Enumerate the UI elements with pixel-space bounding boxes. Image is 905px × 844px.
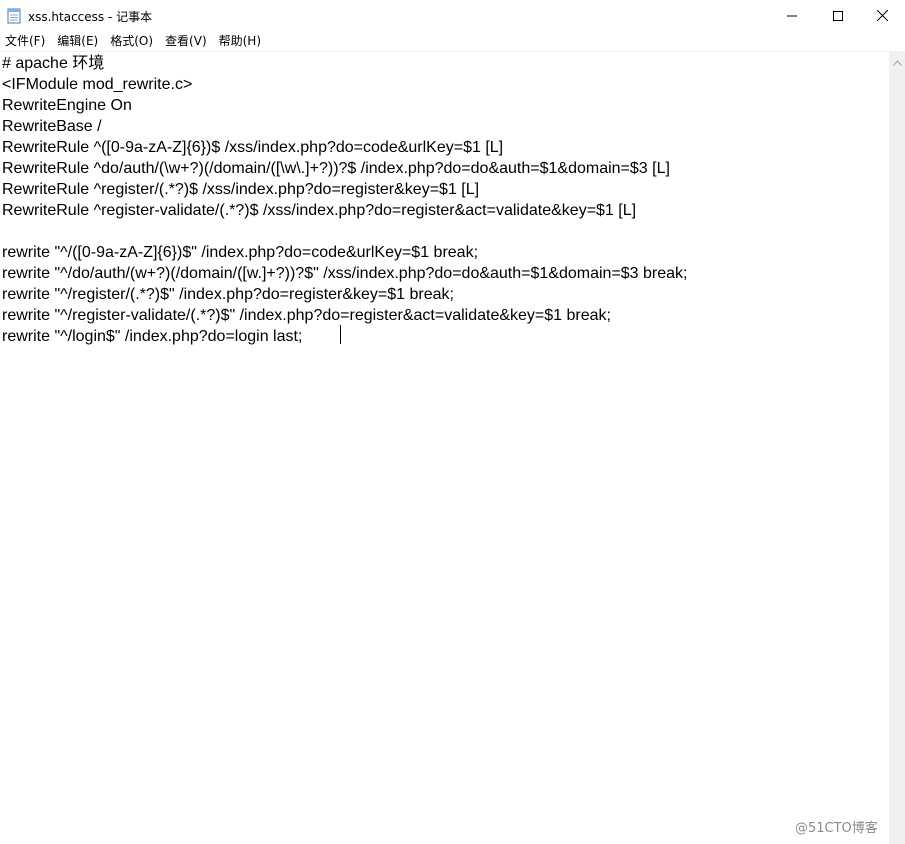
editor-line: rewrite "^/register-validate/(.*?)$" /in…: [2, 307, 611, 324]
editor-line: rewrite "^/register/(.*?)$" /index.php?d…: [2, 286, 454, 303]
editor-line: RewriteEngine On: [2, 97, 132, 114]
editor-line: rewrite "^/login$" /index.php?do=login l…: [2, 328, 303, 345]
editor-line: RewriteRule ^register/(.*?)$ /xss/index.…: [2, 181, 480, 198]
menu-bar: 文件(F) 编辑(E) 格式(O) 查看(V) 帮助(H): [0, 31, 905, 51]
menu-edit[interactable]: 编辑(E): [52, 31, 105, 51]
editor-line: RewriteRule ^register-validate/(.*?)$ /x…: [2, 202, 637, 219]
notepad-window: xss.htaccess - 记事本 文件(F) 编辑(E) 格式(O) 查看(…: [0, 0, 905, 844]
editor-line: # apache 环境: [2, 55, 105, 72]
text-editor[interactable]: # apache 环境 <IFModule mod_rewrite.c> Rew…: [0, 52, 889, 844]
menu-file[interactable]: 文件(F): [0, 31, 52, 51]
menu-help[interactable]: 帮助(H): [214, 31, 268, 51]
editor-line: RewriteRule ^do/auth/(\w+?)(/domain/([\w…: [2, 160, 670, 177]
menu-view[interactable]: 查看(V): [160, 31, 214, 51]
close-button[interactable]: [859, 0, 905, 31]
window-title: xss.htaccess - 记事本: [28, 10, 153, 24]
watermark: @51CTO博客: [795, 821, 878, 836]
chevron-up-icon: [892, 51, 902, 70]
menu-format[interactable]: 格式(O): [105, 31, 160, 51]
title-bar[interactable]: xss.htaccess - 记事本: [0, 0, 905, 31]
editor-line: RewriteBase /: [2, 118, 102, 135]
text-caret: [340, 325, 341, 344]
scroll-up-button[interactable]: [889, 52, 905, 69]
minimize-icon: [787, 6, 797, 25]
maximize-icon: [833, 6, 843, 25]
notepad-icon: [7, 8, 21, 24]
vertical-scrollbar[interactable]: [889, 52, 905, 844]
editor-line: rewrite "^/do/auth/(w+?)(/domain/([w.]+?…: [2, 265, 688, 282]
maximize-button[interactable]: [815, 0, 861, 31]
close-icon: [876, 6, 888, 25]
editor-line: <IFModule mod_rewrite.c>: [2, 76, 193, 93]
editor-line: RewriteRule ^([0-9a-zA-Z]{6})$ /xss/inde…: [2, 139, 504, 156]
editor-line: rewrite "^/([0-9a-zA-Z]{6})$" /index.php…: [2, 244, 479, 261]
minimize-button[interactable]: [769, 0, 815, 31]
